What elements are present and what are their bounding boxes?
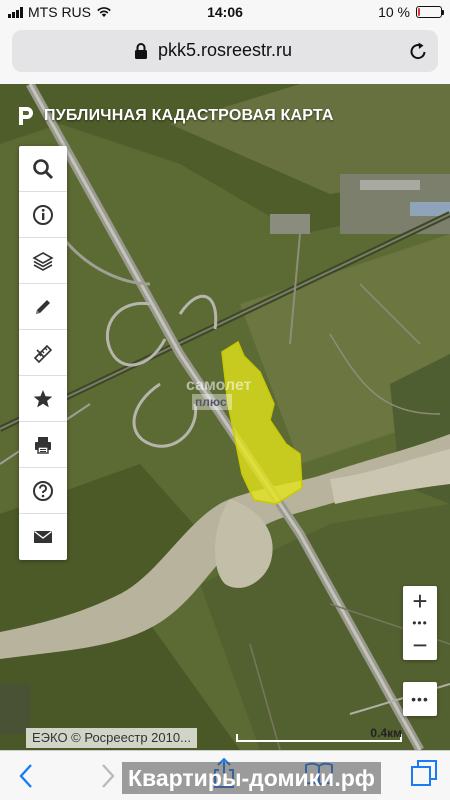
search-icon bbox=[33, 158, 54, 179]
layers-icon bbox=[32, 251, 54, 271]
ruler-icon bbox=[33, 344, 53, 363]
screen: MTS RUS 14:06 10 % pkk5.rosreestr.ru ПУБ… bbox=[0, 0, 450, 800]
measure-button[interactable] bbox=[19, 330, 67, 376]
layers-button[interactable] bbox=[19, 238, 67, 284]
forward-icon[interactable] bbox=[100, 763, 116, 789]
lock-icon bbox=[135, 43, 147, 59]
zoom-out-button[interactable]: − bbox=[403, 630, 437, 660]
help-icon bbox=[33, 480, 53, 501]
brand-header: ПУБЛИЧНАЯ КАДАСТРОВАЯ КАРТА bbox=[16, 104, 334, 128]
map-copyright[interactable]: ЕЭКО © Росреестр 2010... bbox=[26, 728, 197, 748]
info-icon bbox=[33, 204, 53, 225]
watermark-line1: самолет bbox=[186, 377, 252, 394]
satellite-imagery bbox=[0, 84, 450, 750]
watermark-line2: плюс bbox=[192, 394, 232, 410]
print-button[interactable] bbox=[19, 422, 67, 468]
tabs-icon[interactable] bbox=[410, 759, 438, 787]
address-bar[interactable]: pkk5.rosreestr.ru bbox=[12, 30, 438, 72]
rosreestr-logo bbox=[19, 107, 33, 125]
zoom-in-button[interactable]: + bbox=[403, 586, 437, 616]
pencil-icon bbox=[36, 299, 50, 314]
battery-percent: 10 % bbox=[378, 4, 410, 20]
brand-title: ПУБЛИЧНАЯ КАДАСТРОВАЯ КАРТА bbox=[44, 107, 334, 124]
zoom-control: + ••• − bbox=[403, 586, 437, 660]
scale-label: 0.4км bbox=[370, 726, 402, 740]
scale-bar: 0.4км bbox=[236, 726, 402, 744]
url-text[interactable]: pkk5.rosreestr.ru bbox=[158, 40, 292, 61]
status-bar: MTS RUS 14:06 10 % bbox=[0, 0, 450, 26]
help-button[interactable] bbox=[19, 468, 67, 514]
feedback-button[interactable] bbox=[19, 514, 67, 560]
battery-icon bbox=[416, 6, 444, 18]
search-button[interactable] bbox=[19, 146, 67, 192]
printer-icon bbox=[35, 436, 51, 454]
back-icon[interactable] bbox=[18, 763, 34, 789]
reload-icon[interactable] bbox=[406, 39, 430, 63]
map-view[interactable]: ПУБЛИЧНАЯ КАДАСТРОВАЯ КАРТА самолет плюс bbox=[0, 84, 450, 750]
draw-button[interactable] bbox=[19, 284, 67, 330]
mail-icon bbox=[34, 530, 52, 543]
star-icon bbox=[33, 389, 53, 407]
info-button[interactable] bbox=[19, 192, 67, 238]
favorites-button[interactable] bbox=[19, 376, 67, 422]
site-watermark: Квартиры-домики.рф bbox=[122, 762, 381, 794]
more-options-button[interactable]: ••• bbox=[403, 682, 437, 716]
map-toolbar bbox=[19, 146, 67, 560]
samolet-watermark: самолет плюс bbox=[186, 378, 251, 410]
zoom-levels-dots[interactable]: ••• bbox=[403, 616, 437, 630]
